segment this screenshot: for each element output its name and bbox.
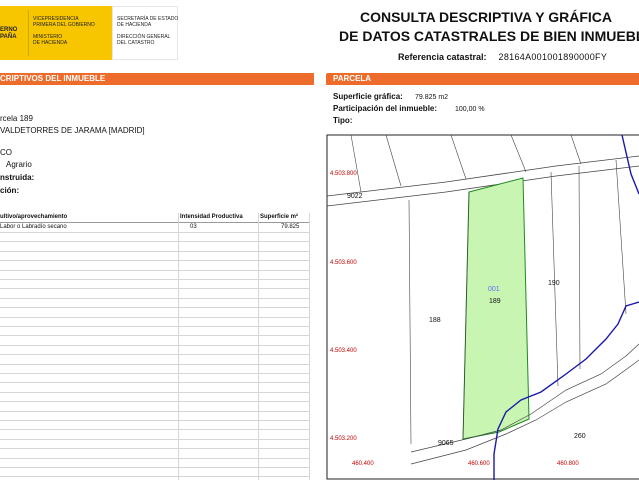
table-gridline xyxy=(0,260,310,262)
map-label-189: 189 xyxy=(489,298,501,305)
table-gridline xyxy=(0,288,310,290)
table-gridline xyxy=(0,307,310,309)
table-gridline xyxy=(0,316,310,318)
table-gridline xyxy=(0,467,310,468)
y-coord-label: 4.503.600 xyxy=(330,260,357,266)
table-gridline xyxy=(0,354,310,356)
header-surface: Superficie m² xyxy=(260,214,299,220)
table-gridline xyxy=(0,373,310,374)
participation-label: Participación del inmueble: xyxy=(333,104,438,113)
logo-secretariat-text: SECRETARÍA DE ESTADO DE HACIENDA DIRECCI… xyxy=(117,16,179,46)
left-row-year: ción: xyxy=(0,186,20,195)
tipo-label: Tipo: xyxy=(333,116,353,125)
table-gridline xyxy=(0,429,310,431)
table-gridline xyxy=(0,344,310,346)
map-label-parcel-code: 001 xyxy=(488,286,500,293)
left-row-municipality: VALDETORRES DE JARAMA [MADRID] xyxy=(0,126,145,135)
left-row-class: CO xyxy=(0,148,12,157)
table-gridline xyxy=(0,391,310,393)
x-coord-label: 460.600 xyxy=(468,461,490,467)
cadastral-reference: Referencia catastral: 28164A001001890000F… xyxy=(398,52,607,62)
table-gridline xyxy=(0,279,310,280)
parcel-189-shape xyxy=(462,177,530,440)
ref-value: 28164A001001890000FY xyxy=(498,52,608,62)
crops-table: ultivo/aprovechamiento Intensidad Produc… xyxy=(0,213,310,480)
section-bar-parcel: PARCELA xyxy=(326,73,639,85)
cadastral-map: 9022 188 001 189 190 9065 260 4.503.800 … xyxy=(326,134,639,480)
table-gridline xyxy=(0,269,310,271)
logo-gov-text: ERNO PAÑA xyxy=(0,27,18,40)
surface-value: 79.825 m2 xyxy=(415,94,449,101)
table-column-divider xyxy=(258,213,259,480)
y-coord-label: 4.503.800 xyxy=(330,171,357,177)
map-label-190: 190 xyxy=(548,280,560,287)
document-title: CONSULTA DESCRIPTIVA Y GRÁFICA DE DATOS … xyxy=(339,8,639,46)
section-bar-property-data: CRIPTIVOS DEL INMUEBLE xyxy=(0,73,314,85)
y-coord-label: 4.503.400 xyxy=(330,348,357,354)
table-gridline xyxy=(0,401,310,403)
left-row-parcel: rcela 189 xyxy=(0,114,33,123)
header-crop: ultivo/aprovechamiento xyxy=(0,214,68,220)
title-line-2: DE DATOS CATASTRALES DE BIEN INMUEBLE xyxy=(339,28,639,44)
logo-ministry-text: VICEPRESIDENCIA PRIMERA DEL GOBIERNO MIN… xyxy=(33,16,95,46)
table-gridline xyxy=(0,241,310,243)
table-gridline xyxy=(0,363,310,365)
participation-value: 100,00 % xyxy=(455,106,485,113)
table-column-divider xyxy=(178,213,179,480)
map-drawing xyxy=(326,134,639,480)
table-gridline xyxy=(0,382,310,384)
title-line-1: CONSULTA DESCRIPTIVA Y GRÁFICA xyxy=(359,9,612,25)
table-gridline xyxy=(0,448,310,450)
surface-label: Superficie gráfica: xyxy=(333,92,403,101)
map-label-9065: 9065 xyxy=(438,440,454,447)
table-gridline xyxy=(0,438,310,440)
table-gridline xyxy=(0,335,310,337)
header-intensity: Intensidad Productiva xyxy=(180,214,243,220)
table-gridline xyxy=(0,457,310,459)
y-coord-label: 4.503.200 xyxy=(330,436,357,442)
table-header: ultivo/aprovechamiento Intensidad Produc… xyxy=(0,213,310,223)
table-gridline xyxy=(0,297,310,299)
x-coord-label: 460.800 xyxy=(557,461,579,467)
table-gridline xyxy=(0,326,310,327)
table-column-divider xyxy=(309,213,310,480)
logo-divider xyxy=(28,10,29,56)
ref-label: Referencia catastral: xyxy=(398,52,487,62)
table-gridline xyxy=(0,232,310,233)
table-gridline xyxy=(0,410,310,412)
x-coord-label: 460.400 xyxy=(352,461,374,467)
left-row-built: nstruida: xyxy=(0,173,35,182)
left-row-use: Agrario xyxy=(6,160,32,169)
map-label-road: 9022 xyxy=(347,193,363,200)
map-label-260: 260 xyxy=(574,433,586,440)
table-row: Labor o Labradío secano 03 79.825 xyxy=(0,224,300,230)
table-gridline xyxy=(0,476,310,478)
table-gridline xyxy=(0,250,310,252)
table-gridline xyxy=(0,420,310,421)
map-label-188: 188 xyxy=(429,317,441,324)
